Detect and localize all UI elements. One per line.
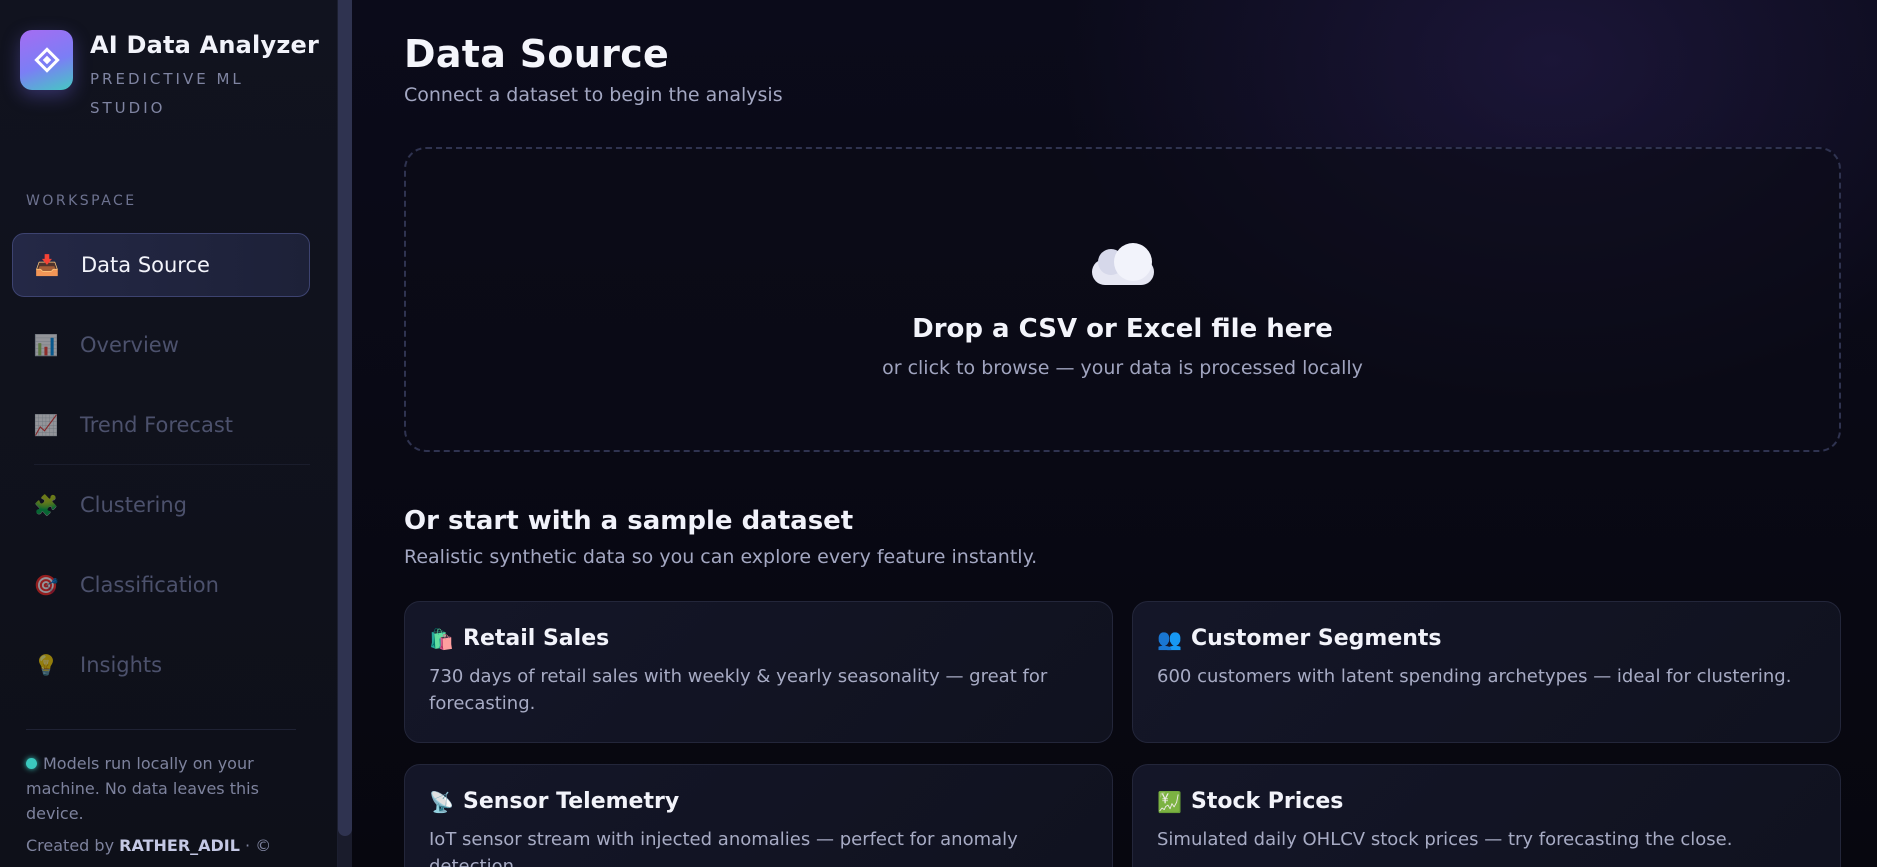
- sample-card-sensor-telemetry[interactable]: 📡 Sensor Telemetry IoT sensor stream wit…: [404, 764, 1113, 867]
- sample-card-customer-segments[interactable]: 👥 Customer Segments 600 customers with l…: [1132, 601, 1841, 743]
- page-title: Data Source: [404, 32, 670, 76]
- cloud-icon: [1092, 243, 1156, 287]
- light-bulb-icon: 💡: [33, 653, 59, 677]
- satellite-antenna-icon: 📡: [429, 789, 454, 814]
- credit-suffix: · ©: [245, 836, 272, 855]
- credit-author[interactable]: RATHER_ADIL: [119, 836, 240, 855]
- sidebar-item-trend-forecast[interactable]: 📈 Trend Forecast: [12, 393, 310, 465]
- workspace-section-label: WORKSPACE: [26, 193, 137, 209]
- people-icon: 👥: [1157, 626, 1182, 651]
- sidebar-item-label: Trend Forecast: [80, 413, 234, 437]
- main-content: Data Source Connect a dataset to begin t…: [352, 0, 1877, 867]
- file-dropzone[interactable]: Drop a CSV or Excel file here or click t…: [404, 147, 1841, 452]
- status-dot-icon: [26, 758, 37, 769]
- sidebar-nav: 📥 Data Source 📊 Overview 📈 Trend Forecas…: [12, 233, 310, 713]
- sample-card-description: 600 customers with latent spending arche…: [1157, 666, 1792, 687]
- sidebar-item-label: Data Source: [81, 253, 210, 277]
- chart-increasing-icon: 📈: [33, 413, 59, 437]
- app-root: AI Data Analyzer PREDICTIVE ML STUDIO WO…: [0, 0, 1877, 867]
- sample-card-title: Sensor Telemetry: [463, 789, 680, 814]
- brand-logo-icon: [20, 30, 73, 90]
- puzzle-piece-icon: 🧩: [33, 493, 59, 517]
- shopping-bags-icon: 🛍️: [429, 626, 454, 651]
- page-subtitle: Connect a dataset to begin the analysis: [404, 84, 783, 106]
- sample-card-retail-sales[interactable]: 🛍️ Retail Sales 730 days of retail sales…: [404, 601, 1113, 743]
- samples-subtitle: Realistic synthetic data so you can expl…: [404, 546, 1038, 568]
- local-processing-note: Models run locally on your machine. No d…: [26, 751, 276, 826]
- sample-card-description: 730 days of retail sales with weekly & y…: [429, 666, 1048, 714]
- samples-title: Or start with a sample dataset: [404, 506, 854, 536]
- local-note-text: Models run locally on your machine. No d…: [26, 754, 259, 823]
- nav-divider: [34, 464, 310, 465]
- sidebar-divider: [26, 729, 296, 730]
- sample-card-title: Retail Sales: [463, 626, 610, 651]
- bar-chart-icon: 📊: [33, 333, 59, 357]
- sidebar-item-label: Clustering: [80, 493, 188, 517]
- sidebar: AI Data Analyzer PREDICTIVE ML STUDIO WO…: [0, 0, 338, 867]
- chart-increasing-icon: 💹: [1157, 789, 1182, 814]
- brand: AI Data Analyzer PREDICTIVE ML STUDIO: [20, 30, 319, 123]
- sidebar-item-data-source[interactable]: 📥 Data Source: [12, 233, 310, 297]
- sample-card-stock-prices[interactable]: 💹 Stock Prices Simulated daily OHLCV sto…: [1132, 764, 1841, 867]
- dropzone-title: Drop a CSV or Excel file here: [912, 314, 1333, 344]
- sidebar-item-label: Overview: [80, 333, 179, 357]
- credit-line: Created by RATHER_ADIL · ©: [26, 836, 271, 855]
- sidebar-item-label: Classification: [80, 573, 219, 597]
- target-icon: 🎯: [33, 573, 59, 597]
- dropzone-subtitle: or click to browse — your data is proces…: [882, 357, 1363, 379]
- brand-subtitle: PREDICTIVE ML STUDIO: [90, 70, 244, 117]
- sidebar-item-insights[interactable]: 💡 Insights: [12, 633, 310, 697]
- sidebar-item-overview[interactable]: 📊 Overview: [12, 313, 310, 377]
- inbox-tray-icon: 📥: [34, 253, 60, 277]
- sidebar-item-clustering[interactable]: 🧩 Clustering: [12, 473, 310, 537]
- sample-card-title: Stock Prices: [1191, 789, 1344, 814]
- sidebar-item-classification[interactable]: 🎯 Classification: [12, 553, 310, 617]
- sample-card-description: IoT sensor stream with injected anomalie…: [429, 829, 1018, 867]
- sidebar-scrollbar[interactable]: [338, 0, 352, 836]
- sample-card-title: Customer Segments: [1191, 626, 1442, 651]
- credit-prefix: Created by: [26, 836, 115, 855]
- brand-title: AI Data Analyzer: [90, 31, 320, 59]
- sample-card-description: Simulated daily OHLCV stock prices — try…: [1157, 829, 1733, 850]
- sidebar-item-label: Insights: [80, 653, 163, 677]
